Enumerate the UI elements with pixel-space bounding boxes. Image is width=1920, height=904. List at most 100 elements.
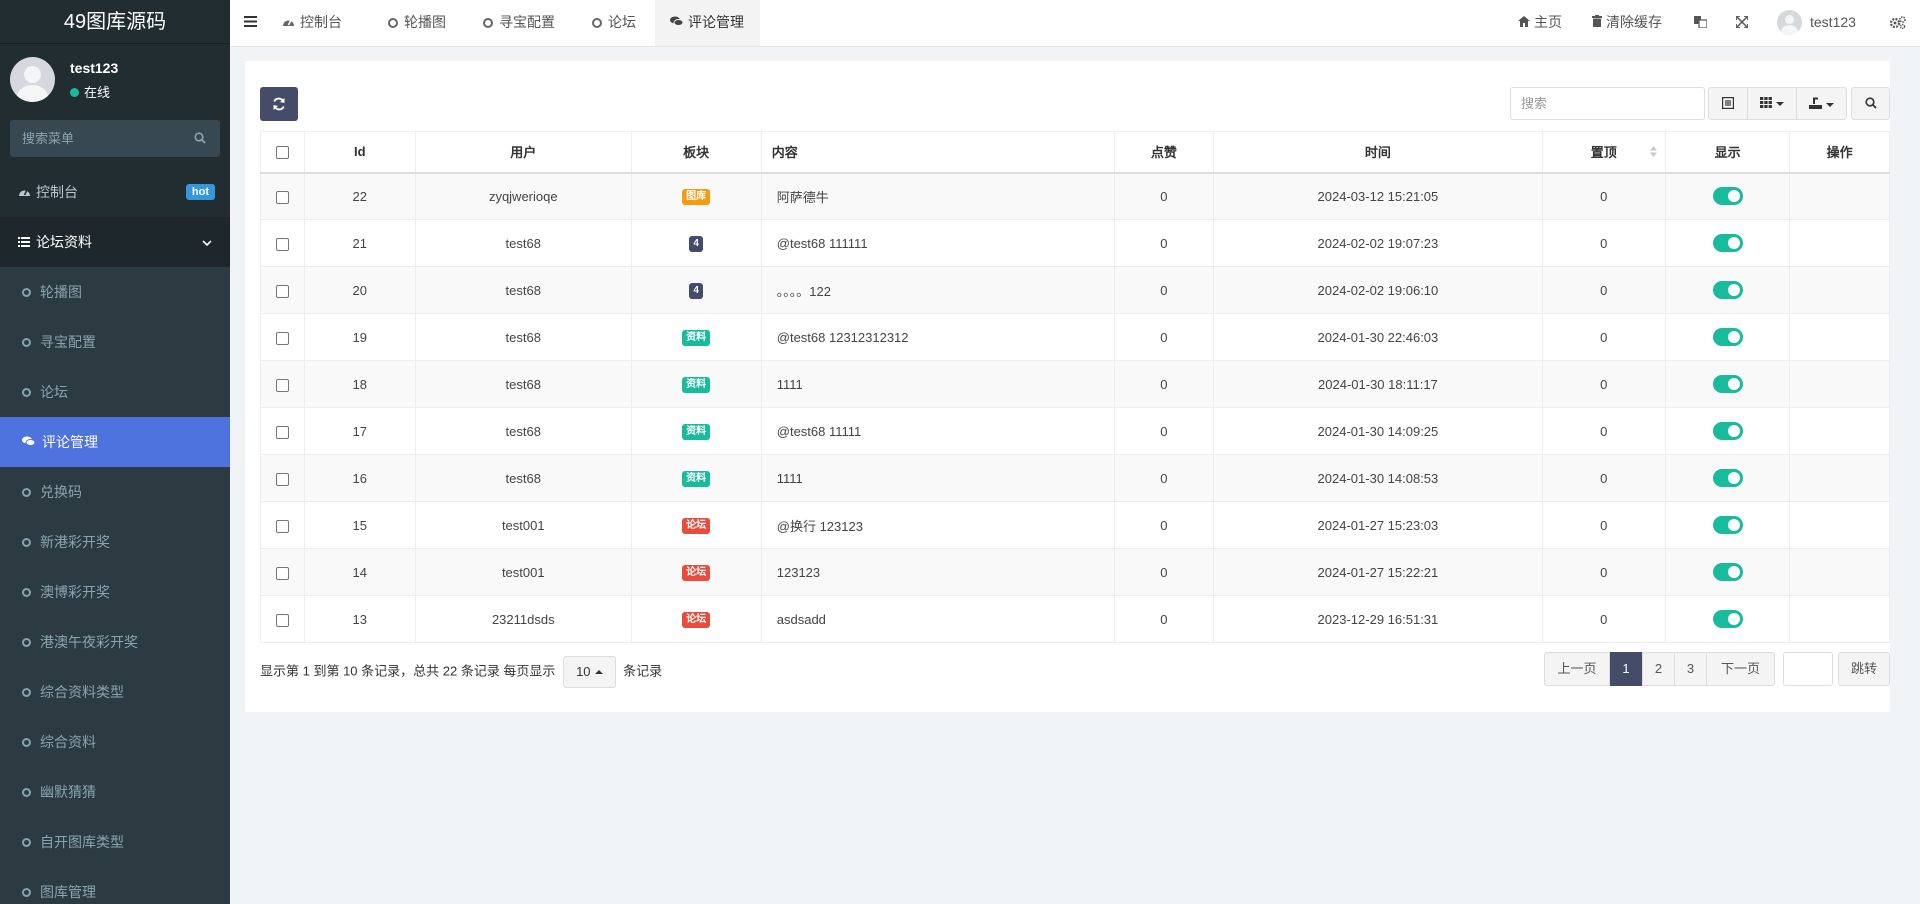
user-panel: test123 在线 xyxy=(0,44,230,116)
fullscreen-icon[interactable] xyxy=(1735,0,1749,46)
sidebar-item-comments[interactable]: 评论管理 xyxy=(0,417,230,467)
sort-icon[interactable] xyxy=(1649,145,1657,160)
header-pinned[interactable]: 置顶 xyxy=(1541,131,1666,174)
translate-icon[interactable] xyxy=(1694,0,1708,46)
cell-likes: 0 xyxy=(1113,501,1215,549)
tab-carousel[interactable]: 轮播图 xyxy=(378,0,458,46)
page-2-button[interactable]: 2 xyxy=(1642,652,1675,686)
refresh-button[interactable] xyxy=(260,87,298,121)
show-toggle[interactable] xyxy=(1712,328,1743,346)
cell-time: 2024-01-27 15:23:03 xyxy=(1213,501,1543,549)
avatar xyxy=(1777,10,1802,35)
table-row[interactable]: 19 test68 资料 @test68 12312312312 0 2024-01-30… xyxy=(260,313,1890,361)
sidebar-item-redeem-code[interactable]: 兑换码 xyxy=(0,467,230,517)
select-all-checkbox[interactable] xyxy=(275,146,289,160)
tab-dashboard[interactable]: 控制台 xyxy=(278,0,354,46)
clear-cache-button[interactable]: 清除缓存 xyxy=(1592,0,1662,46)
row-checkbox[interactable] xyxy=(275,378,289,392)
row-checkbox[interactable] xyxy=(275,613,289,627)
circle-icon xyxy=(22,838,31,847)
columns-dropdown-button[interactable] xyxy=(1747,87,1797,120)
sidebar-item-info[interactable]: 综合资料 xyxy=(0,717,230,767)
header-likes[interactable]: 点赞 xyxy=(1113,131,1215,174)
header-time[interactable]: 时间 xyxy=(1213,131,1543,174)
prev-page-button[interactable]: 上一页 xyxy=(1544,652,1610,686)
settings-icon[interactable] xyxy=(1889,0,1906,46)
toggle-view-button[interactable] xyxy=(1708,87,1748,120)
table-row[interactable]: 22 zyqjwerioqe 图库 阿萨德牛 0 2024-03-12 15:21:05 0 xyxy=(260,172,1890,220)
sidebar-group-forum[interactable]: 论坛资料 xyxy=(0,217,230,267)
sidebar-item-dashboard[interactable]: 控制台 hot xyxy=(0,167,230,217)
table-row[interactable]: 20 test68 4 。。。。122 0 2024-02-02 19:06:10 0 xyxy=(260,266,1890,314)
table-row[interactable]: 15 test001 论坛 @换行 123123 0 2024-01-27 15:23:0… xyxy=(260,501,1890,549)
menu-toggle-icon[interactable] xyxy=(244,15,257,30)
sidebar-item-midnight-lottery[interactable]: 港澳午夜彩开奖 xyxy=(0,617,230,667)
show-toggle[interactable] xyxy=(1712,187,1743,206)
row-checkbox[interactable] xyxy=(275,331,289,345)
user-menu[interactable]: test123 xyxy=(1777,0,1856,46)
show-toggle[interactable] xyxy=(1712,469,1743,487)
table-row[interactable]: 16 test68 资料 1111 0 2024-01-30 14:08:53 0 xyxy=(260,454,1890,502)
tab-forum[interactable]: 论坛 xyxy=(582,0,648,46)
cell-show xyxy=(1664,501,1791,549)
table-search-input[interactable] xyxy=(1510,87,1705,120)
sidebar-item-label: 论坛 xyxy=(40,384,68,400)
jump-button[interactable]: 跳转 xyxy=(1838,652,1890,686)
sidebar-item-aobo-lottery[interactable]: 澳博彩开奖 xyxy=(0,567,230,617)
page-3-button[interactable]: 3 xyxy=(1674,652,1707,686)
row-checkbox[interactable] xyxy=(275,284,289,298)
header-user[interactable]: 用户 xyxy=(414,131,632,174)
header-section[interactable]: 板块 xyxy=(630,131,762,174)
show-toggle[interactable] xyxy=(1712,234,1743,252)
cell-user: test68 xyxy=(414,266,632,314)
show-toggle[interactable] xyxy=(1712,375,1743,393)
show-toggle[interactable] xyxy=(1712,281,1743,299)
row-checkbox[interactable] xyxy=(275,472,289,486)
export-dropdown-button[interactable] xyxy=(1796,87,1847,120)
app-logo[interactable]: 49图库源码 xyxy=(0,0,230,44)
jump-page-input[interactable] xyxy=(1783,652,1833,686)
page-size-dropdown[interactable]: 10 xyxy=(563,656,616,688)
comments-table: Id 用户 板块 内容 点赞 时间 置顶 显示 操作 22 zyqjwerioqe… xyxy=(260,131,1890,643)
header-show[interactable]: 显示 xyxy=(1664,131,1791,174)
cell-action xyxy=(1789,360,1890,408)
search-icon[interactable] xyxy=(194,132,206,147)
sidebar-item-gallery-types[interactable]: 自开图库类型 xyxy=(0,817,230,867)
cell-section: 论坛 xyxy=(630,548,762,596)
sidebar-item-xingang-lottery[interactable]: 新港彩开奖 xyxy=(0,517,230,567)
row-checkbox[interactable] xyxy=(275,190,289,204)
next-page-button[interactable]: 下一页 xyxy=(1706,652,1775,686)
table-row[interactable]: 14 test001 论坛 123123 0 2024-01-27 15:22:21 0 xyxy=(260,548,1890,596)
show-toggle[interactable] xyxy=(1712,563,1743,581)
tab-comments[interactable]: 评论管理 xyxy=(655,0,760,46)
cell-id: 18 xyxy=(303,360,416,408)
table-row[interactable]: 13 23211dsds 论坛 asdsadd 0 2023-12-29 16:51:31… xyxy=(260,595,1890,643)
sidebar-item-humor-guess[interactable]: 幽默猜猜 xyxy=(0,767,230,817)
sidebar-search-input[interactable] xyxy=(10,120,210,157)
sidebar-item-forum[interactable]: 论坛 xyxy=(0,367,230,417)
table-row[interactable]: 21 test68 4 @test68 111111 0 2024-02-02 19:07… xyxy=(260,219,1890,267)
home-link[interactable]: 主页 xyxy=(1518,0,1562,46)
advanced-search-button[interactable] xyxy=(1851,87,1890,120)
cell-show xyxy=(1664,172,1791,220)
pagination-info: 显示第 1 到第 10 条记录，总共 22 条记录 每页显示 10 条记录 xyxy=(260,656,662,688)
row-checkbox[interactable] xyxy=(275,425,289,439)
show-toggle[interactable] xyxy=(1712,516,1743,534)
row-checkbox[interactable] xyxy=(275,519,289,533)
table-row[interactable]: 17 test68 资料 @test68 11111 0 2024-01-30 14:09… xyxy=(260,407,1890,455)
cell-action xyxy=(1789,172,1890,220)
header-id[interactable]: Id xyxy=(303,131,416,174)
section-label: 资料 xyxy=(682,330,711,346)
sidebar-item-gallery[interactable]: 图库管理 xyxy=(0,867,230,904)
table-row[interactable]: 18 test68 资料 1111 0 2024-01-30 18:11:17 0 xyxy=(260,360,1890,408)
sidebar-item-carousel[interactable]: 轮播图 xyxy=(0,267,230,317)
row-checkbox[interactable] xyxy=(275,566,289,580)
show-toggle[interactable] xyxy=(1712,422,1743,440)
row-checkbox[interactable] xyxy=(275,237,289,251)
sidebar-item-info-types[interactable]: 综合资料类型 xyxy=(0,667,230,717)
header-content[interactable]: 内容 xyxy=(760,131,1115,174)
show-toggle[interactable] xyxy=(1712,610,1743,628)
tab-treasure-config[interactable]: 寻宝配置 xyxy=(473,0,567,46)
sidebar-item-treasure-config[interactable]: 寻宝配置 xyxy=(0,317,230,367)
page-1-button[interactable]: 1 xyxy=(1610,652,1642,686)
